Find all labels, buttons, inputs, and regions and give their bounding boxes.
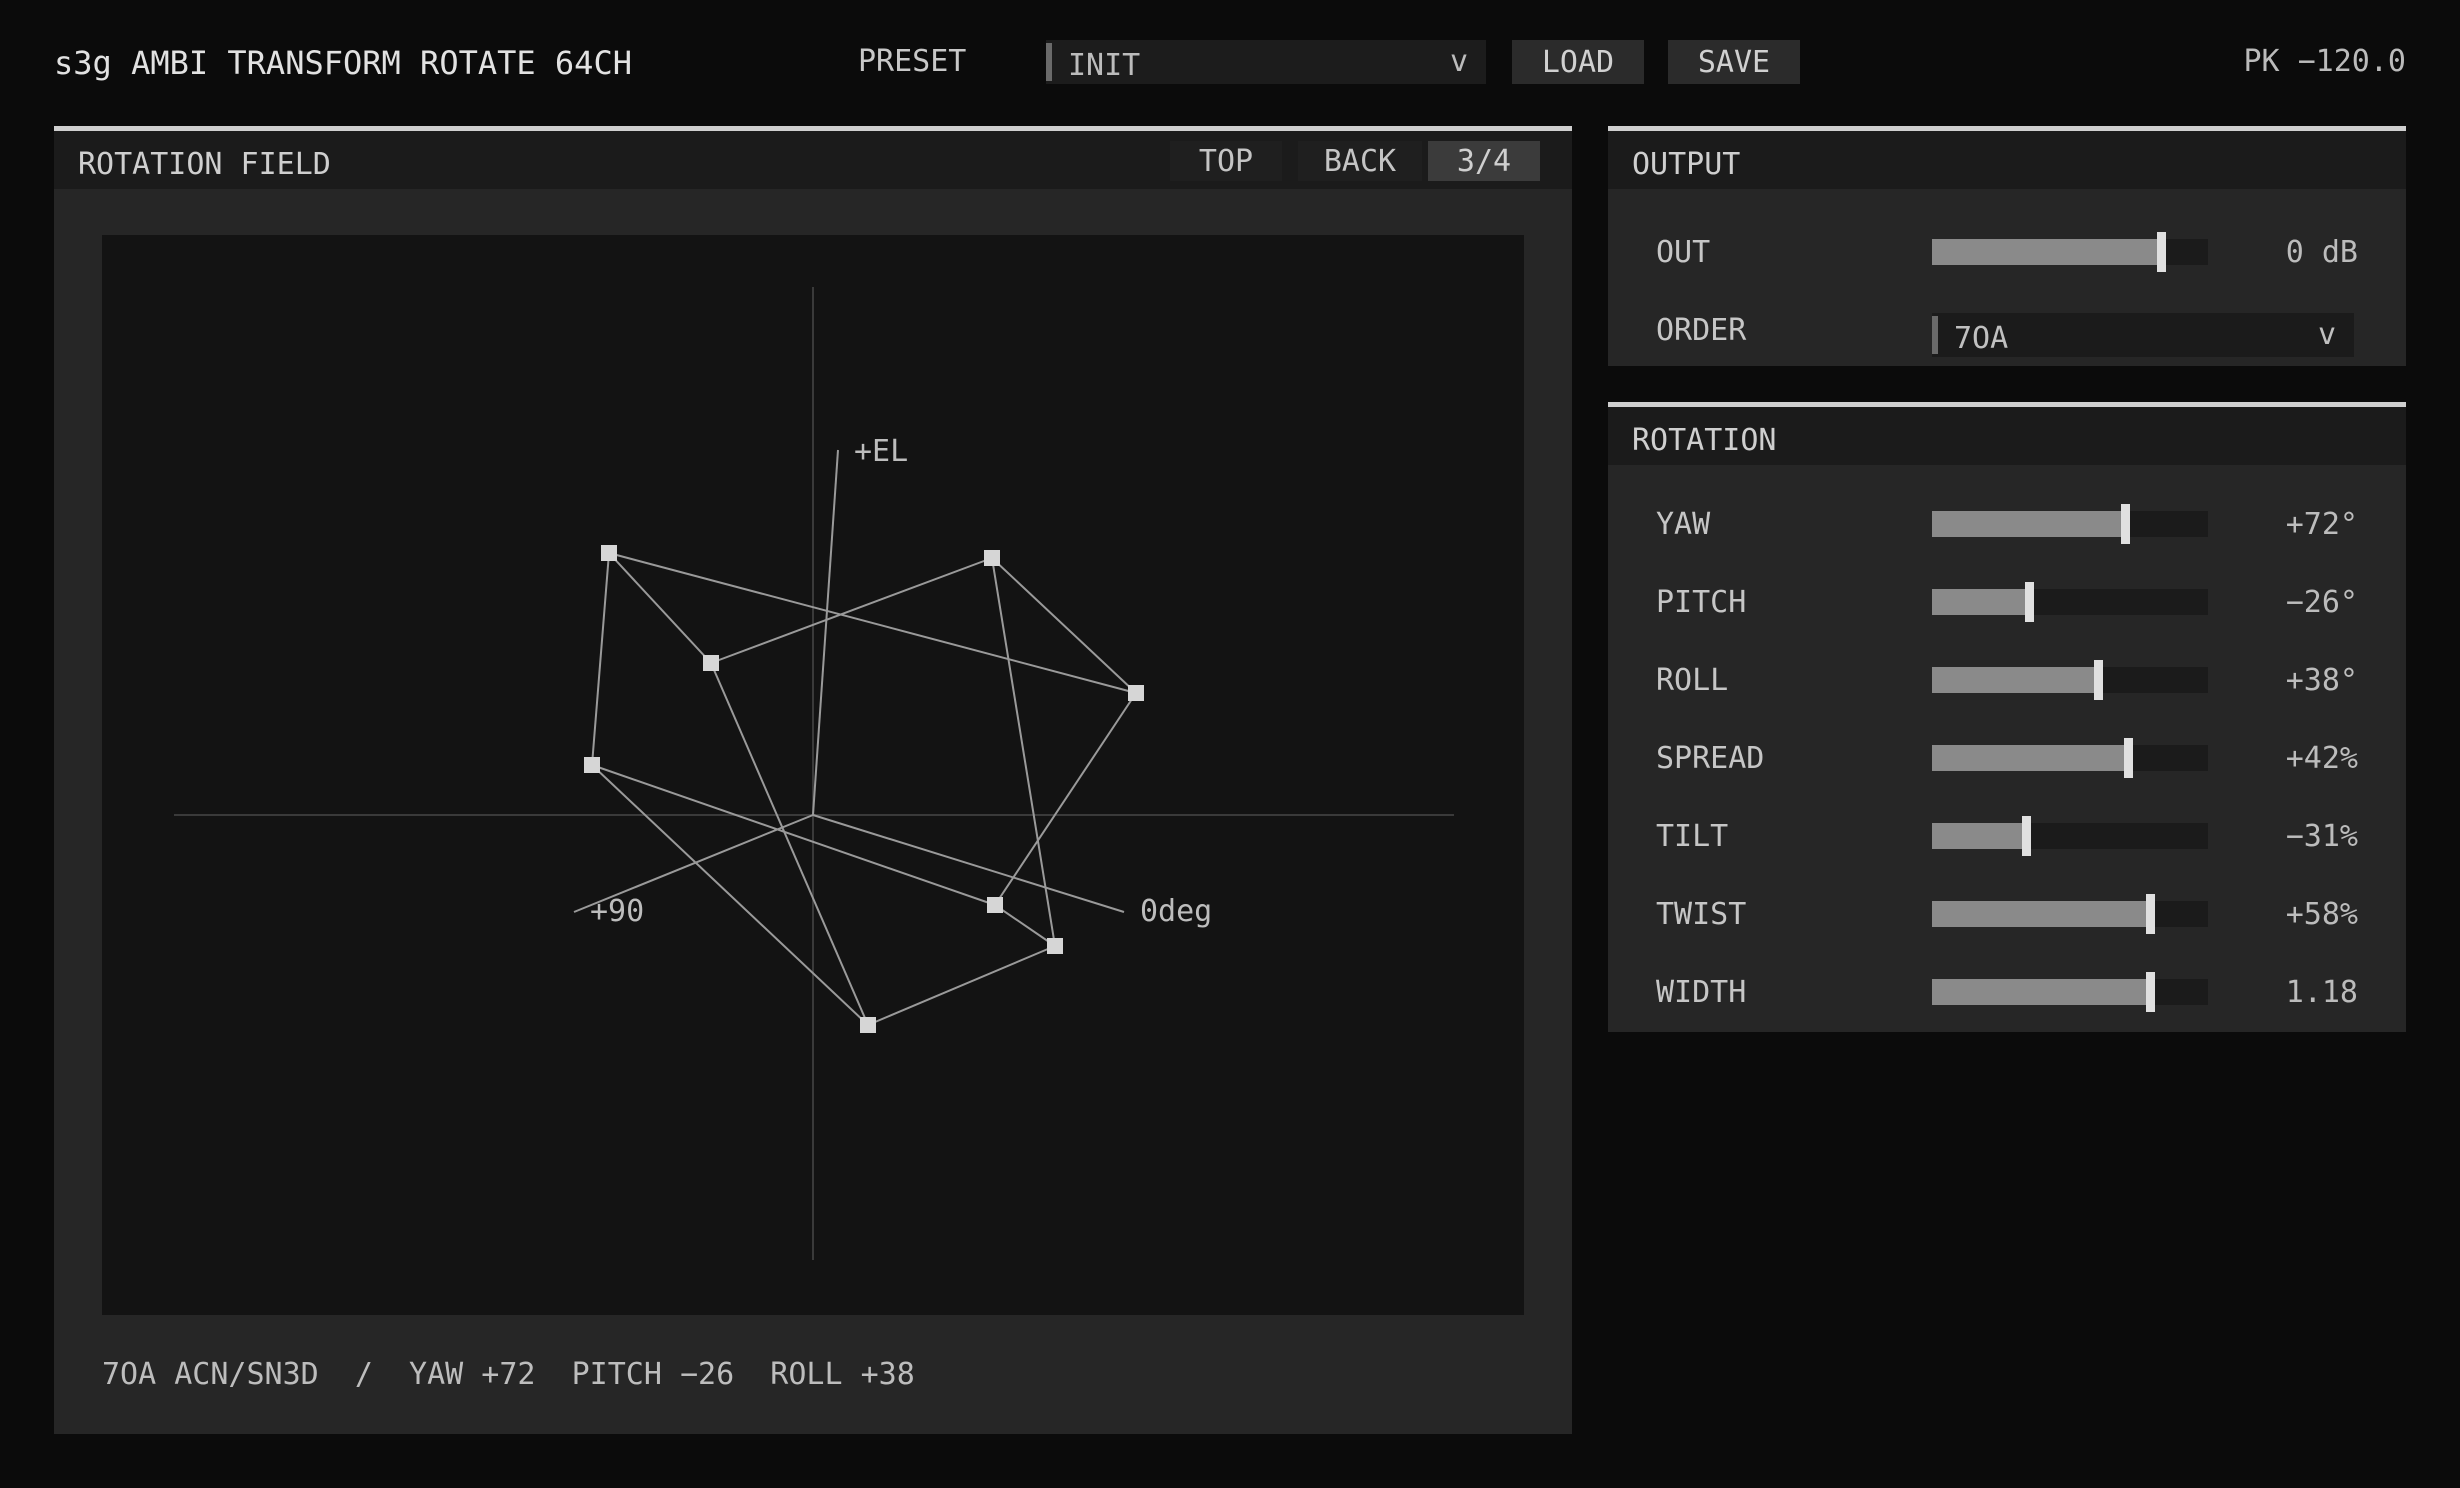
roll-slider[interactable] — [1932, 660, 2208, 700]
slider-handle[interactable] — [2146, 972, 2156, 1012]
output-header: OUTPUT — [1608, 131, 2406, 189]
preset-value: INIT — [1068, 48, 1141, 83]
speaker-node[interactable] — [703, 655, 719, 671]
out-label: OUT — [1656, 235, 1711, 270]
yaw-slider[interactable] — [1932, 504, 2208, 544]
spread-slider[interactable] — [1932, 738, 2208, 778]
rotation-field-svg: +EL +90 0deg — [174, 287, 1454, 1260]
speaker-edge — [608, 552, 1137, 694]
rotation-title: ROTATION — [1632, 423, 1777, 458]
slider-fill — [1932, 745, 2128, 771]
dropdown-marker — [1046, 43, 1052, 81]
slider-fill — [1932, 823, 2026, 849]
speaker-edge — [710, 662, 869, 1026]
speaker-edge — [591, 764, 996, 906]
slider-handle[interactable] — [2146, 894, 2156, 934]
speaker-edge — [591, 552, 610, 766]
slider-handle[interactable] — [2121, 504, 2131, 544]
dropdown-marker — [1932, 316, 1938, 354]
pitch-label: PITCH — [1656, 585, 1747, 620]
speaker-node[interactable] — [860, 1017, 876, 1033]
speaker-node[interactable] — [584, 757, 600, 773]
view-back-button[interactable]: BACK — [1298, 141, 1422, 181]
speaker-node[interactable] — [1047, 938, 1063, 954]
width-slider[interactable] — [1932, 972, 2208, 1012]
speaker-node[interactable] — [984, 550, 1000, 566]
rotation-header: ROTATION — [1608, 407, 2406, 465]
speaker-edge — [991, 557, 1056, 947]
roll-label: ROLL — [1656, 663, 1729, 698]
pitch-value: −26° — [2285, 585, 2358, 620]
peak-readout: PK −120.0 — [2243, 44, 2406, 79]
slider-fill — [1932, 589, 2029, 615]
roll-value: +38° — [2285, 663, 2358, 698]
view-top-button[interactable]: TOP — [1170, 141, 1282, 181]
order-value: 7OA — [1954, 321, 2009, 356]
twist-slider[interactable] — [1932, 894, 2208, 934]
spread-label: SPREAD — [1656, 741, 1765, 776]
slider-handle[interactable] — [2093, 660, 2103, 700]
rotation-panel: ROTATION YAW +72° PITCH −26° ROLL +38° SPREAD +… — [1608, 402, 2406, 1032]
twist-value: +58% — [2285, 897, 2358, 932]
load-button[interactable]: LOAD — [1512, 40, 1644, 84]
out-slider[interactable] — [1932, 232, 2208, 272]
yaw-label: YAW — [1656, 507, 1711, 542]
slider-handle[interactable] — [2157, 232, 2167, 272]
slider-fill — [1932, 667, 2098, 693]
slider-handle[interactable] — [2123, 738, 2133, 778]
speaker-edge — [867, 945, 1056, 1026]
slider-fill — [1932, 979, 2151, 1005]
slider-fill — [1932, 239, 2162, 265]
slider-handle[interactable] — [2021, 816, 2031, 856]
chevron-down-icon: v — [2317, 317, 2336, 352]
speaker-edges — [591, 552, 1137, 1026]
yaw-value: +72° — [2285, 507, 2358, 542]
speaker-edge — [710, 557, 993, 664]
speaker-edge — [991, 557, 1137, 694]
rotation-field-plot[interactable]: +EL +90 0deg — [102, 235, 1524, 1315]
elevation-label: +EL — [854, 434, 908, 469]
speaker-edge — [608, 552, 712, 664]
rotation-field-panel: ROTATION FIELD TOP BACK 3/4 +EL +90 0deg — [54, 126, 1572, 1434]
out-value: 0 dB — [2285, 235, 2358, 270]
speaker-edge — [994, 692, 1137, 906]
width-label: WIDTH — [1656, 975, 1747, 1010]
preset-dropdown[interactable]: INIT v — [1046, 40, 1486, 84]
azimuth-90-label: +90 — [590, 894, 644, 929]
rotation-field-title: ROTATION FIELD — [78, 147, 331, 182]
chevron-down-icon: v — [1449, 44, 1468, 79]
tilt-slider[interactable] — [1932, 816, 2208, 856]
order-dropdown[interactable]: 7OA v — [1932, 313, 2354, 357]
speaker-nodes — [584, 545, 1144, 1033]
order-label: ORDER — [1656, 313, 1747, 348]
twist-label: TWIST — [1656, 897, 1747, 932]
speaker-node[interactable] — [987, 897, 1003, 913]
elevation-axis-line — [812, 449, 839, 816]
slider-handle[interactable] — [2024, 582, 2034, 622]
preset-label: PRESET — [858, 44, 967, 79]
width-value: 1.18 — [2285, 975, 2358, 1010]
field-status-line: 7OA ACN/SN3D / YAW +72 PITCH −26 ROLL +3… — [102, 1357, 915, 1392]
pitch-slider[interactable] — [1932, 582, 2208, 622]
tilt-label: TILT — [1656, 819, 1729, 854]
speaker-node[interactable] — [1128, 685, 1144, 701]
azimuth-0-axis-line — [812, 814, 1125, 913]
slider-fill — [1932, 901, 2151, 927]
app-title: s3g AMBI TRANSFORM ROTATE 64CH — [54, 44, 632, 82]
view-three-quarter-button[interactable]: 3/4 — [1428, 141, 1540, 181]
speaker-node[interactable] — [601, 545, 617, 561]
azimuth-0-label: 0deg — [1140, 894, 1212, 929]
speaker-edge — [994, 904, 1056, 947]
output-panel: OUTPUT OUT 0 dB ORDER 7OA v — [1608, 126, 2406, 366]
rotation-field-header: ROTATION FIELD TOP BACK 3/4 — [54, 131, 1572, 189]
slider-fill — [1932, 511, 2126, 537]
output-title: OUTPUT — [1632, 147, 1741, 182]
save-button[interactable]: SAVE — [1668, 40, 1800, 84]
spread-value: +42% — [2285, 741, 2358, 776]
tilt-value: −31% — [2285, 819, 2358, 854]
